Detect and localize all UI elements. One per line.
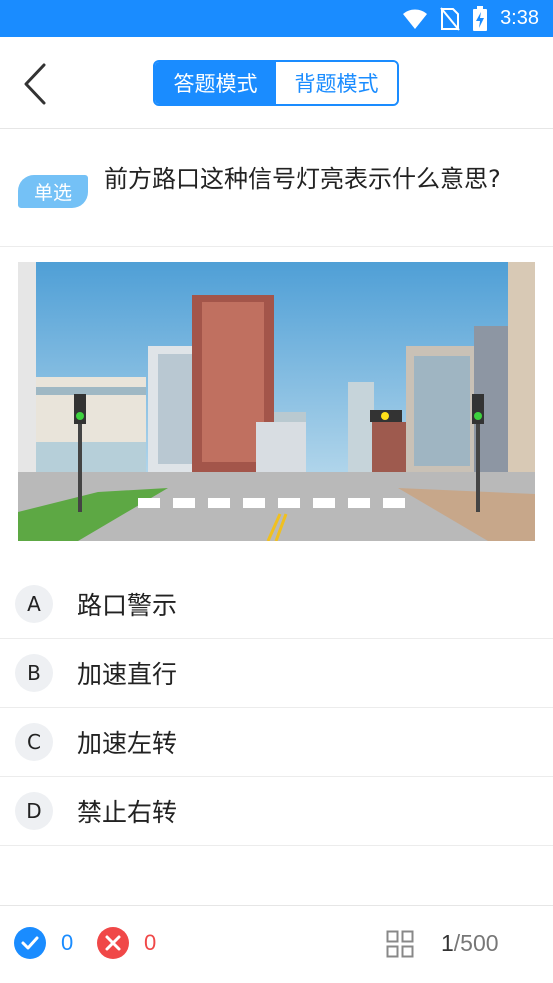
option-text: 加速直行 (77, 660, 178, 689)
bottom-bar: 0 0 1/500 (0, 905, 553, 983)
option-letter: B (15, 654, 53, 692)
wifi-icon (403, 9, 428, 29)
option-letter: D (15, 792, 53, 830)
option-b[interactable]: B 加速直行 (0, 639, 553, 708)
option-a[interactable]: A 路口警示 (0, 570, 553, 639)
answer-sheet-button[interactable] (386, 930, 414, 962)
battery-charging-icon (473, 5, 488, 31)
status-time: 3:38 (500, 7, 539, 29)
traffic-light-illustration (18, 262, 535, 541)
wrong-count: 0 (144, 930, 157, 955)
question-text: 前方路口这种信号灯亮表示什么意思? (104, 165, 501, 193)
option-letter: A (15, 585, 53, 623)
status-bar: 3:38 (0, 0, 553, 37)
tab-answer-mode[interactable]: 答题模式 (155, 62, 276, 104)
question-progress: 1/500 (441, 930, 499, 957)
option-text: 路口警示 (77, 591, 178, 620)
option-c[interactable]: C 加速左转 (0, 708, 553, 777)
question-type-badge: 单选 (18, 175, 88, 208)
chevron-left-icon (24, 63, 46, 105)
question-block: 单选 前方路口这种信号灯亮表示什么意思? (0, 130, 553, 247)
top-nav: 答题模式 背题模式 (0, 37, 553, 129)
no-sim-icon (440, 6, 460, 31)
correct-count: 0 (61, 930, 74, 955)
close-circle-icon (97, 927, 129, 959)
total-questions: /500 (453, 930, 499, 956)
back-button[interactable] (18, 61, 54, 107)
option-text: 禁止右转 (77, 798, 178, 827)
check-circle-icon (14, 927, 46, 959)
option-d[interactable]: D 禁止右转 (0, 777, 553, 846)
tab-study-mode[interactable]: 背题模式 (276, 62, 397, 104)
mode-switch: 答题模式 背题模式 (153, 60, 399, 106)
current-question-number: 1 (441, 930, 454, 956)
option-text: 加速左转 (77, 729, 178, 758)
option-letter: C (15, 723, 53, 761)
grid-icon (386, 930, 414, 958)
